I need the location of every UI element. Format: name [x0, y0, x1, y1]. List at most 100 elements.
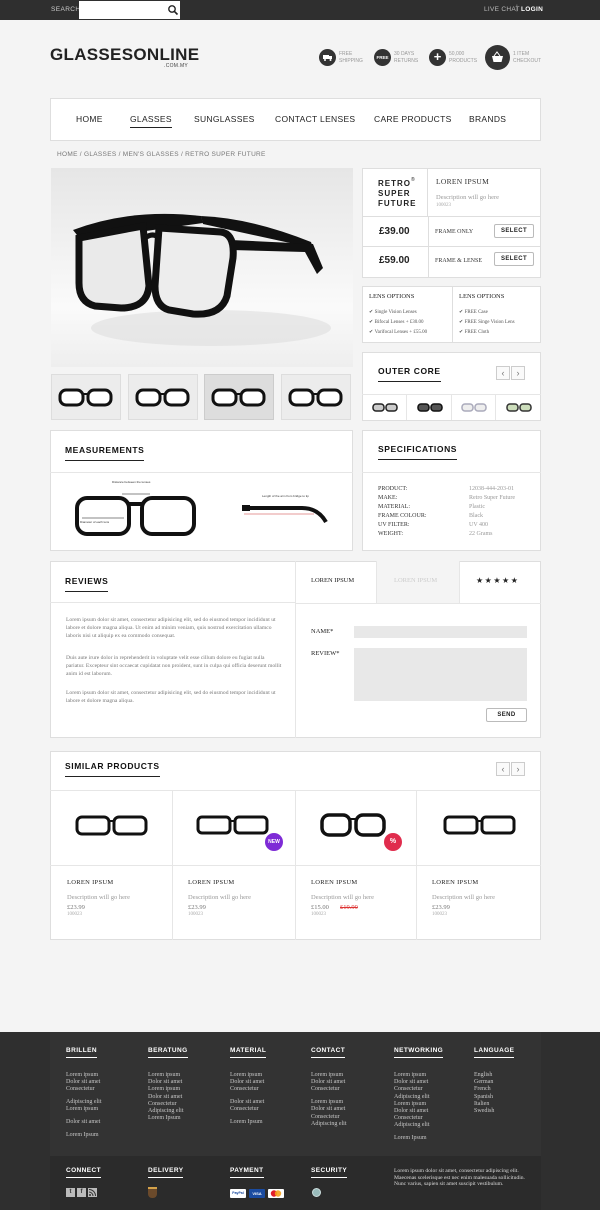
check-icon: ✔ [459, 309, 464, 315]
select-frame-only-button[interactable]: SELECT [494, 224, 534, 238]
spec-key: MATERIAL: [378, 504, 410, 510]
product-card[interactable]: NEW LOREN IPSUM Description will go here… [173, 791, 295, 939]
footer-link[interactable]: Dolor sit amet [148, 1079, 182, 1086]
send-button[interactable]: SEND [486, 708, 527, 722]
thumbnail-4[interactable] [281, 374, 351, 420]
footer-link[interactable]: Italien [474, 1101, 489, 1108]
footer-link[interactable]: Dolor sit amet [66, 1119, 100, 1126]
nav-care-products[interactable]: CARE PRODUCTS [374, 114, 452, 124]
rss-icon[interactable] [88, 1188, 97, 1197]
product-card[interactable]: LOREN IPSUM Description will go here £23… [417, 791, 540, 939]
footer-link[interactable]: Consectetur [148, 1101, 177, 1108]
footer-link[interactable]: English [474, 1072, 492, 1079]
nav-glasses[interactable]: GLASSES [130, 114, 172, 128]
review-label: REVIEW* [311, 650, 340, 657]
select-frame-lense-button[interactable]: SELECT [494, 252, 534, 266]
product-card-old-price: £19.99 [340, 904, 358, 911]
footer-link[interactable]: Dolor sit amet [66, 1079, 100, 1086]
cart-checkout[interactable]: 1 ITEM CHECKOUT [485, 45, 545, 71]
outer-core-next-button[interactable]: › [511, 366, 525, 380]
footer-link[interactable]: Consectetur [311, 1114, 340, 1121]
footer-link[interactable]: Consectetur [394, 1115, 423, 1122]
color-variant-4[interactable] [497, 395, 541, 420]
thumbnail-2[interactable] [128, 374, 198, 420]
live-chat-link[interactable]: LIVE CHAT [484, 6, 520, 13]
footer-link[interactable]: Consectetur [394, 1086, 423, 1093]
product-card-desc: Description will go here [67, 894, 130, 901]
similar-next-button[interactable]: › [511, 762, 525, 776]
footer-link[interactable]: Dolor sit amet [394, 1108, 428, 1115]
nav-home[interactable]: HOME [76, 114, 103, 124]
product-card-title: LOREN IPSUM [432, 879, 479, 886]
outer-core-prev-button[interactable]: ‹ [496, 366, 510, 380]
footer-link[interactable]: Consectetur [230, 1086, 259, 1093]
thumbnail-3[interactable] [204, 374, 274, 420]
footer-link[interactable]: Lorem ipsum [230, 1072, 262, 1079]
lens-option-item[interactable]: ✔ Single Vision Lenses [369, 309, 417, 315]
search-input[interactable] [79, 1, 180, 19]
search-icon[interactable] [167, 4, 179, 16]
footer-link[interactable]: Lorem ipsum [66, 1106, 98, 1113]
footer-link[interactable]: Dolor sit amet [394, 1079, 428, 1086]
footer-link[interactable]: Lorem Ipsum [394, 1135, 427, 1142]
spec-key: UV FILTER: [378, 522, 410, 528]
review-textarea[interactable] [354, 648, 527, 701]
footer-link[interactable]: Dolor sit amet [230, 1099, 264, 1106]
color-variant-3[interactable] [452, 395, 496, 420]
footer-link[interactable]: Dolor sit amet [148, 1094, 182, 1101]
footer-column-title: BERATUNG [148, 1047, 188, 1058]
footer-link[interactable]: Lorem ipsum [311, 1099, 343, 1106]
thumbnail-1[interactable] [51, 374, 121, 420]
spec-key: PRODUCT: [378, 486, 408, 492]
footer-link[interactable]: Adipiscing elit [394, 1094, 430, 1101]
footer-link[interactable]: Lorem ipsum [394, 1072, 426, 1079]
footer-link[interactable]: Lorem Ipsum [148, 1115, 181, 1122]
lens-options-title: LENS OPTIONS [459, 293, 505, 300]
lens-option-item[interactable]: ✔ Varifocal Lenses + £55.00 [369, 329, 427, 335]
delivery-title: DELIVERY [148, 1167, 184, 1178]
footer-link[interactable]: Lorem Ipsum [66, 1132, 99, 1139]
footer-link[interactable]: Adipiscing elit [148, 1108, 184, 1115]
login-link[interactable]: LOGIN [521, 6, 543, 13]
footer-link[interactable]: French [474, 1086, 491, 1093]
footer-link[interactable]: Dolor sit amet [230, 1079, 264, 1086]
footer-link[interactable]: Lorem ipsum [148, 1072, 180, 1079]
footer-link[interactable]: Consectetur [66, 1086, 95, 1093]
logo[interactable]: GLASSESONLINE .COM.MY [50, 45, 199, 69]
review-tab-1[interactable]: LOREN IPSUM [311, 577, 354, 584]
search-label: SEARCH [51, 6, 81, 13]
footer-link[interactable]: Lorem ipsum [66, 1072, 98, 1079]
footer-link[interactable]: Adipiscing elit [394, 1122, 430, 1129]
footer-link[interactable]: Dolor sit amet [311, 1106, 345, 1113]
divider [295, 603, 541, 604]
color-variant-2[interactable] [408, 395, 452, 420]
similar-prev-button[interactable]: ‹ [496, 762, 510, 776]
footer-link[interactable]: Dolor sit amet [311, 1079, 345, 1086]
nav-contact-lenses[interactable]: CONTACT LENSES [275, 114, 355, 124]
facebook-icon[interactable]: f [77, 1188, 86, 1197]
twitter-icon[interactable]: t [66, 1188, 75, 1197]
name-field[interactable] [354, 626, 527, 638]
footer-link[interactable]: German [474, 1079, 493, 1086]
footer-link[interactable]: Adipiscing elit [311, 1121, 347, 1128]
product-card[interactable]: LOREN IPSUM Description will go here £23… [51, 791, 172, 939]
footer-link[interactable]: Consectetur [230, 1106, 259, 1113]
review-tab-2[interactable]: LOREN IPSUM [376, 561, 460, 604]
nav-sunglasses[interactable]: SUNGLASSES [194, 114, 255, 124]
footer-link[interactable]: Lorem ipsum [311, 1072, 343, 1079]
footer-link[interactable]: Spanish [474, 1094, 493, 1101]
nav-brands[interactable]: BRANDS [469, 114, 506, 124]
color-variant-1[interactable] [363, 395, 407, 420]
lens-option-item[interactable]: ✔ Bifocal Lenses + £30.00 [369, 319, 424, 325]
footer-link[interactable]: Lorem Ipsum [230, 1119, 263, 1126]
footer-link[interactable]: Adipiscing elit [66, 1099, 102, 1106]
footer-link[interactable]: Lorem ipsum [148, 1086, 180, 1093]
footer-link[interactable]: Lorem ipsum [394, 1101, 426, 1108]
rating-stars[interactable]: ★★★★★ [476, 576, 519, 585]
breadcrumb[interactable]: HOME / GLASSES / MEN'S GLASSES / RETRO S… [57, 151, 266, 158]
product-main-image[interactable] [51, 168, 353, 367]
footer-link[interactable]: Swedish [474, 1108, 494, 1115]
review-text: Lorem ipsum dolor sit amet, consectetur … [66, 690, 276, 704]
footer-link[interactable]: Consectetur [311, 1086, 340, 1093]
product-card[interactable]: % LOREN IPSUM Description will go here £… [296, 791, 416, 939]
